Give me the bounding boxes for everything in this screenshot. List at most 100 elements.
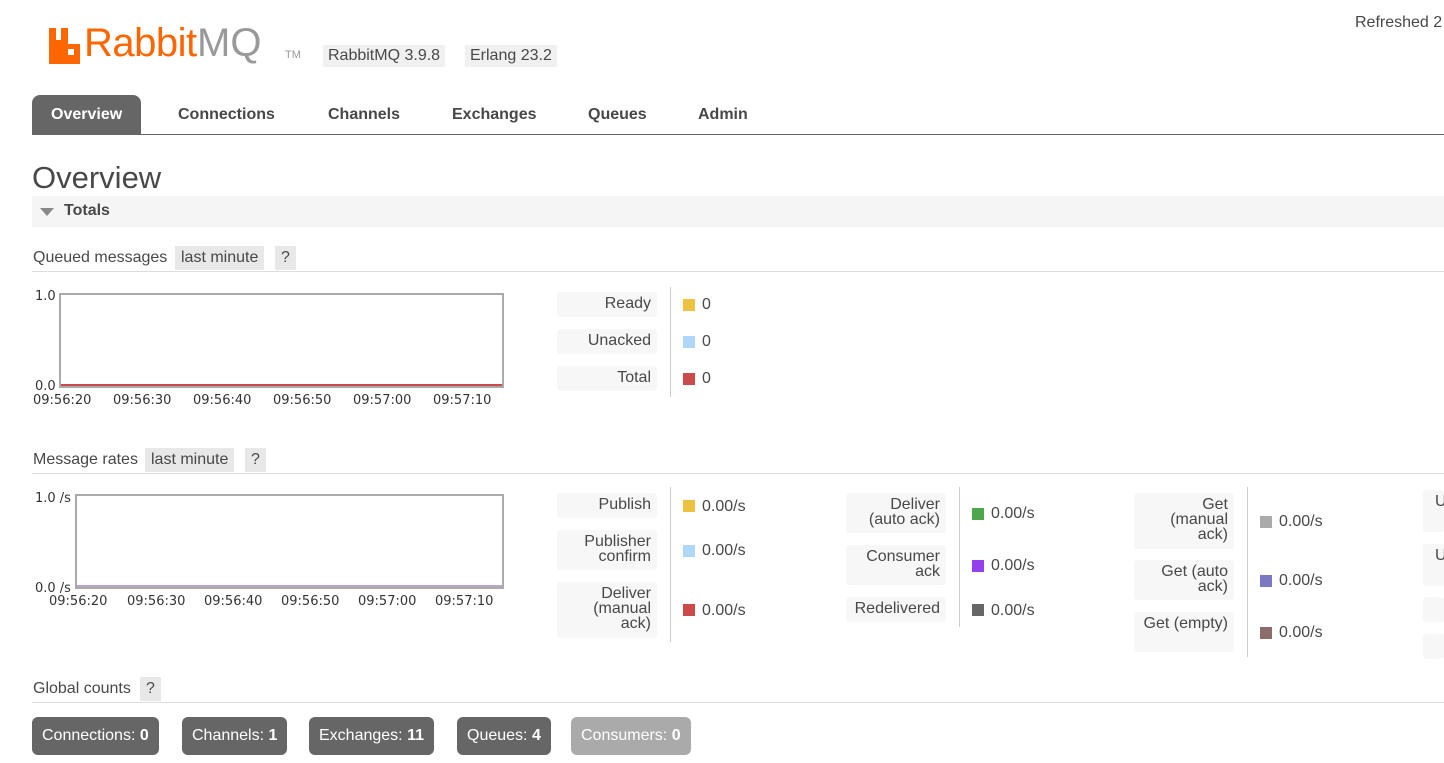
total-value: 0: [702, 370, 711, 387]
legend-deliver-manual-ack[interactable]: Deliver (manual ack): [557, 582, 657, 638]
consumers-count-value: 0: [671, 727, 681, 744]
rates-y-axis-top: 1.0 /s: [35, 491, 71, 506]
legend-partial-item[interactable]: [1423, 597, 1444, 622]
queued-y-axis-bottom: 0.0: [35, 379, 56, 394]
get-auto-rate-value: 0.00/s: [1279, 572, 1323, 589]
queued-series-line: [61, 384, 502, 386]
queued-messages-header: Queued messages last minute ?: [32, 246, 1444, 272]
queued-help-button[interactable]: ?: [275, 246, 296, 270]
ready-color-swatch: [683, 299, 695, 311]
brand-name-rabbit: Rabbit: [84, 21, 197, 65]
publish-rate-value: 0.00/s: [702, 498, 746, 515]
queued-y-axis-top: 1.0: [35, 289, 56, 304]
queues-count-button[interactable]: Queues: 4: [457, 717, 551, 755]
tab-channels[interactable]: Channels: [328, 95, 400, 134]
channels-count-button[interactable]: Channels: 1: [182, 717, 288, 755]
global-counts-help-button[interactable]: ?: [140, 677, 161, 701]
rates-series-line: [77, 585, 502, 587]
publish-color-swatch: [683, 500, 695, 512]
legend-total[interactable]: Total: [557, 366, 657, 391]
total-color-swatch: [683, 373, 695, 385]
queued-x-tick: 09:56:40: [193, 393, 252, 408]
tab-queues[interactable]: Queues: [588, 95, 647, 134]
get-empty-color-swatch: [1260, 627, 1272, 639]
exchanges-count-value: 11: [407, 727, 424, 744]
tab-exchanges[interactable]: Exchanges: [452, 95, 536, 134]
message-rates-chart: [75, 494, 504, 589]
unacked-value: 0: [702, 333, 711, 350]
unacked-color-swatch: [683, 336, 695, 348]
rates-x-tick: 09:57:00: [358, 594, 417, 609]
collapse-triangle-icon: [40, 208, 54, 216]
legend-divider: [959, 487, 960, 627]
refreshed-status[interactable]: Refreshed 2: [1355, 14, 1442, 32]
legend-ready[interactable]: Ready: [557, 292, 657, 317]
get-manual-color-swatch: [1260, 516, 1272, 528]
consumer-ack-rate-value: 0.00/s: [991, 557, 1035, 574]
exchanges-count-button[interactable]: Exchanges: 11: [309, 717, 434, 755]
legend-get-manual-ack[interactable]: Get (manual ack): [1134, 493, 1234, 549]
queued-x-tick: 09:56:50: [273, 393, 332, 408]
legend-deliver-auto-ack[interactable]: Deliver (auto ack): [846, 493, 946, 533]
legend-get-auto-ack[interactable]: Get (auto ack): [1134, 560, 1234, 600]
message-rates-title: Message rates: [33, 451, 138, 468]
page-title: Overview: [32, 160, 162, 195]
legend-partial-item[interactable]: U: [1423, 544, 1444, 586]
rabbitmq-version-tag: RabbitMQ 3.9.8: [323, 45, 446, 67]
brand-name-mq: MQ: [197, 21, 262, 65]
deliver-manual-rate-value: 0.00/s: [702, 602, 746, 619]
tab-admin[interactable]: Admin: [698, 95, 748, 134]
legend-divider: [670, 487, 671, 642]
rates-x-tick: 09:56:50: [281, 594, 340, 609]
publisher-confirm-rate-value: 0.00/s: [702, 542, 746, 559]
deliver-auto-color-swatch: [972, 508, 984, 520]
tab-connections[interactable]: Connections: [178, 95, 275, 134]
queued-x-tick: 09:57:10: [433, 393, 492, 408]
redelivered-rate-value: 0.00/s: [991, 602, 1035, 619]
deliver-auto-rate-value: 0.00/s: [991, 505, 1035, 522]
queues-count-value: 4: [531, 727, 541, 744]
connections-count-label: Connections:: [42, 727, 136, 744]
get-empty-rate-value: 0.00/s: [1279, 624, 1323, 641]
ready-value: 0: [702, 296, 711, 313]
channels-count-label: Channels:: [192, 727, 265, 744]
legend-unacked[interactable]: Unacked: [557, 329, 657, 354]
rates-range-selector[interactable]: last minute: [145, 448, 235, 472]
totals-section-toggle[interactable]: Totals: [32, 196, 1444, 227]
consumer-ack-color-swatch: [972, 560, 984, 572]
queued-messages-title: Queued messages: [33, 249, 168, 266]
consumers-count-label: Consumers:: [581, 727, 668, 744]
queues-count-label: Queues:: [467, 727, 528, 744]
rates-x-tick: 09:56:20: [49, 594, 108, 609]
consumers-count-button[interactable]: Consumers: 0: [571, 717, 691, 755]
legend-get-empty[interactable]: Get (empty): [1134, 612, 1234, 652]
deliver-manual-color-swatch: [683, 604, 695, 616]
tab-overview[interactable]: Overview: [32, 95, 142, 134]
channels-count-value: 1: [268, 727, 278, 744]
publisher-confirm-color-swatch: [683, 545, 695, 557]
message-rates-header: Message rates last minute ?: [32, 448, 1444, 474]
legend-publisher-confirm[interactable]: Publisher confirm: [557, 530, 657, 570]
legend-partial-item[interactable]: [1423, 634, 1444, 659]
redelivered-color-swatch: [972, 604, 984, 616]
main-nav-tabs: Overview Connections Channels Exchanges …: [32, 95, 1444, 135]
rates-help-button[interactable]: ?: [245, 448, 266, 472]
rates-x-tick: 09:57:10: [435, 594, 494, 609]
get-manual-rate-value: 0.00/s: [1279, 513, 1323, 530]
global-counts-header: Global counts ?: [32, 677, 1444, 703]
brand-tm: TM: [285, 49, 301, 61]
connections-count-button[interactable]: Connections: 0: [32, 717, 159, 755]
legend-partial-item[interactable]: U: [1423, 490, 1444, 532]
legend-divider: [670, 287, 671, 397]
rates-x-tick: 09:56:40: [204, 594, 263, 609]
queued-x-tick: 09:56:30: [113, 393, 172, 408]
legend-divider: [1247, 487, 1248, 657]
connections-count-value: 0: [139, 727, 149, 744]
queued-range-selector[interactable]: last minute: [175, 246, 265, 270]
legend-redelivered[interactable]: Redelivered: [846, 597, 946, 622]
queued-x-tick: 09:57:00: [353, 393, 412, 408]
legend-consumer-ack[interactable]: Consumer ack: [846, 545, 946, 585]
legend-publish[interactable]: Publish: [557, 493, 657, 518]
get-auto-color-swatch: [1260, 575, 1272, 587]
rates-x-tick: 09:56:30: [127, 594, 186, 609]
